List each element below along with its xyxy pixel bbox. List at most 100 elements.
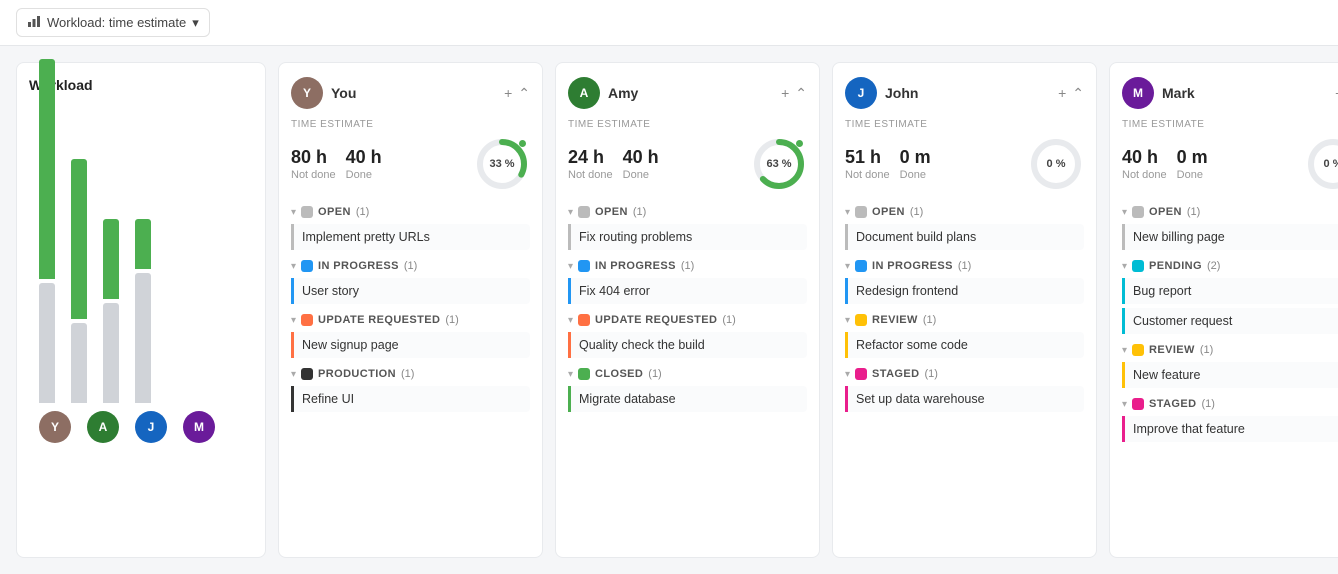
section-count: (1) <box>356 206 369 218</box>
section-color-dot <box>855 368 867 380</box>
add-task-button[interactable]: + <box>781 85 789 101</box>
task-item[interactable]: Refine UI <box>291 386 530 412</box>
done-label: Done <box>346 169 382 181</box>
not-done-label: Not done <box>568 169 613 181</box>
person-header: A Amy + ⌃ <box>568 77 807 109</box>
avatar-you: Y <box>291 77 323 109</box>
section-arrow-icon: ▾ <box>1122 399 1127 410</box>
task-item[interactable]: User story <box>291 278 530 304</box>
section-color-dot <box>1132 344 1144 356</box>
donut-chart: 33 % <box>474 136 530 192</box>
task-item[interactable]: Refactor some code <box>845 332 1084 358</box>
section-arrow-icon: ▾ <box>568 207 573 218</box>
donut-chart: 0 % <box>1028 136 1084 192</box>
task-item[interactable]: New signup page <box>291 332 530 358</box>
section-header-closed[interactable]: ▾ CLOSED (1) <box>568 368 807 380</box>
section-color-dot <box>301 314 313 326</box>
task-item[interactable]: Quality check the build <box>568 332 807 358</box>
collapse-button[interactable]: ⌃ <box>518 85 530 102</box>
section-arrow-icon: ▾ <box>1122 345 1127 356</box>
task-item[interactable]: Improve that feature <box>1122 416 1338 442</box>
section-header-open[interactable]: ▾ OPEN (1) <box>291 206 530 218</box>
section-color-dot <box>578 368 590 380</box>
task-item[interactable]: Fix 404 error <box>568 278 807 304</box>
person-name: Amy <box>608 85 638 101</box>
sidebar-avatar-john[interactable]: J <box>135 411 167 443</box>
section-header-staged[interactable]: ▾ STAGED (1) <box>845 368 1084 380</box>
done-value: 40 h <box>346 147 382 169</box>
donut-label: 63 % <box>766 158 791 170</box>
task-item[interactable]: Fix routing problems <box>568 224 807 250</box>
section-label: IN PROGRESS <box>595 260 676 272</box>
task-item[interactable]: Migrate database <box>568 386 807 412</box>
task-item[interactable]: Redesign frontend <box>845 278 1084 304</box>
person-column-john: JJohn+⌃TIME ESTIMATE51 hNot done0 mDone … <box>832 62 1097 558</box>
donut-indicator-dot <box>796 140 803 147</box>
workload-label: Workload: time estimate <box>47 15 186 30</box>
avatar-mark: M <box>1122 77 1154 109</box>
add-task-button[interactable]: + <box>504 85 512 101</box>
section-header-in-progress[interactable]: ▾ IN PROGRESS (1) <box>568 260 807 272</box>
section-header-review[interactable]: ▾ REVIEW (1) <box>1122 344 1338 356</box>
section-header-update-requested[interactable]: ▾ UPDATE REQUESTED (1) <box>568 314 807 326</box>
workload-dropdown-button[interactable]: Workload: time estimate ▾ <box>16 8 210 37</box>
time-estimate-label: TIME ESTIMATE <box>568 119 807 130</box>
section-arrow-icon: ▾ <box>845 315 850 326</box>
time-estimate-label: TIME ESTIMATE <box>291 119 530 130</box>
task-item[interactable]: Bug report <box>1122 278 1338 304</box>
collapse-button[interactable]: ⌃ <box>795 85 807 102</box>
time-estimate-label: TIME ESTIMATE <box>845 119 1084 130</box>
task-item[interactable]: Implement pretty URLs <box>291 224 530 250</box>
task-item[interactable]: Set up data warehouse <box>845 386 1084 412</box>
section-header-pending[interactable]: ▾ PENDING (2) <box>1122 260 1338 272</box>
section-header-open[interactable]: ▾ OPEN (1) <box>1122 206 1338 218</box>
section-count: (1) <box>910 206 923 218</box>
bar-green <box>39 59 55 279</box>
done-label: Done <box>900 169 931 181</box>
section-header-staged[interactable]: ▾ STAGED (1) <box>1122 398 1338 410</box>
chart-icon <box>27 14 41 31</box>
task-item[interactable]: Customer request <box>1122 308 1338 334</box>
section-header-open[interactable]: ▾ OPEN (1) <box>845 206 1084 218</box>
section-count: (1) <box>681 260 694 272</box>
section-color-dot <box>578 260 590 272</box>
section-arrow-icon: ▾ <box>291 369 296 380</box>
time-stat-not-done: 24 hNot done <box>568 147 613 181</box>
section-arrow-icon: ▾ <box>568 261 573 272</box>
sidebar-avatar-you[interactable]: Y <box>39 411 71 443</box>
section-color-dot <box>1132 260 1144 272</box>
workload-avatars-row: YAJM <box>29 403 253 451</box>
chart-bar-group <box>103 219 119 403</box>
section-header-production[interactable]: ▾ PRODUCTION (1) <box>291 368 530 380</box>
done-label: Done <box>623 169 659 181</box>
person-header: Y You + ⌃ <box>291 77 530 109</box>
bar-green <box>103 219 119 299</box>
donut-chart: 63 % <box>751 136 807 192</box>
task-item[interactable]: Document build plans <box>845 224 1084 250</box>
time-stat-done: 40 hDone <box>623 147 659 181</box>
main-container: Workload YAJM YYou+⌃TIME ESTIMATE80 hNot… <box>0 46 1338 574</box>
task-item[interactable]: New billing page <box>1122 224 1338 250</box>
section-header-in-progress[interactable]: ▾ IN PROGRESS (1) <box>845 260 1084 272</box>
sidebar-avatar-mark[interactable]: M <box>183 411 215 443</box>
section-header-update-requested[interactable]: ▾ UPDATE REQUESTED (1) <box>291 314 530 326</box>
section-label: PENDING <box>1149 260 1202 272</box>
section-label: IN PROGRESS <box>318 260 399 272</box>
section-header-open[interactable]: ▾ OPEN (1) <box>568 206 807 218</box>
add-task-button[interactable]: + <box>1058 85 1066 101</box>
collapse-button[interactable]: ⌃ <box>1072 85 1084 102</box>
task-item[interactable]: New feature <box>1122 362 1338 388</box>
time-stats-row: 80 hNot done 40 hDone 33 % <box>291 136 530 192</box>
person-column-amy: AAmy+⌃TIME ESTIMATE24 hNot done40 hDone … <box>555 62 820 558</box>
time-stat-not-done: 80 hNot done <box>291 147 336 181</box>
section-count: (1) <box>722 314 735 326</box>
section-count: (1) <box>1187 206 1200 218</box>
sidebar-avatar-amy[interactable]: A <box>87 411 119 443</box>
person-name: You <box>331 85 356 101</box>
section-count: (1) <box>958 260 971 272</box>
section-header-in-progress[interactable]: ▾ IN PROGRESS (1) <box>291 260 530 272</box>
avatar-amy: A <box>568 77 600 109</box>
section-header-review[interactable]: ▾ REVIEW (1) <box>845 314 1084 326</box>
person-name-row: MMark <box>1122 77 1195 109</box>
section-arrow-icon: ▾ <box>291 207 296 218</box>
